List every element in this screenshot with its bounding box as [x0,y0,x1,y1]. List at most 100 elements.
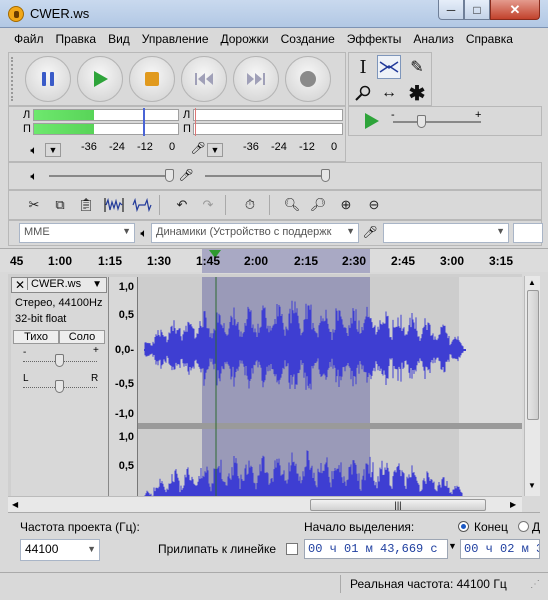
zoom-out-button[interactable]: 🔎︎ [307,194,329,216]
menu-bar: Файл Правка Вид Управление Дорожки Созда… [8,30,540,50]
menu-effects[interactable]: Эффекты [341,30,408,50]
selection-start-label: Начало выделения: [304,520,415,534]
record-button[interactable] [285,56,331,102]
audio-host-select[interactable]: MME ▼ [19,223,135,243]
length-radio[interactable] [518,521,529,532]
timeline-tick: 1:30 [147,254,172,268]
playback-volume-thumb[interactable] [165,169,174,182]
ruler-label: 1,0 [118,431,134,443]
scroll-right-icon[interactable]: ▶ [510,500,516,509]
timeline-ruler[interactable]: 45 1:00 1:15 1:30 1:45 2:00 2:15 2:30 2:… [0,248,548,273]
menu-tracks[interactable]: Дорожки [215,30,275,50]
fit-selection-button[interactable]: ⊕ [335,194,357,216]
gain-min-label: - [23,347,27,358]
output-device-value: Динамики (Устройство с поддержк [156,226,332,238]
menu-file[interactable]: Файл [8,30,50,50]
asterisk-icon: ✱ [408,82,426,105]
gain-slider-thumb[interactable] [55,354,64,367]
speed-slider-max: + [475,109,482,121]
menu-analyze[interactable]: Анализ [407,30,460,50]
playback-tick: 0 [169,141,176,153]
sync-lock-button[interactable]: ⏱︎ [239,194,261,216]
record-volume-track[interactable] [205,175,327,177]
output-device-select[interactable]: Динамики (Устройство с поддержк ▼ [151,223,359,243]
project-rate-select[interactable]: 44100 ▼ [20,539,100,561]
trim-button[interactable] [103,194,125,216]
mute-button[interactable]: Тихо [13,330,59,344]
timeline-tick: 2:00 [244,254,269,268]
cut-button[interactable]: ✂ [23,194,45,216]
record-meter-menu-button[interactable]: ▼ [207,143,223,157]
resize-grip-icon[interactable]: ⋰ [530,579,540,590]
stop-button[interactable] [129,56,175,102]
zoom-in-button[interactable]: 🔍︎ [281,194,303,216]
minimize-button[interactable]: ─ [438,0,464,20]
play-button[interactable] [77,56,123,102]
selection-tool-button[interactable]: I [351,55,375,79]
waveform-display[interactable] [138,277,522,496]
horizontal-scrollbar[interactable]: ◀ ||| ▶ [8,496,522,512]
silence-button[interactable] [131,194,153,216]
track-close-icon[interactable]: ✕ [15,278,25,292]
maximize-button[interactable]: □ [464,0,490,20]
skip-start-button[interactable] [181,56,227,102]
vertical-scrollbar[interactable]: ▲ ▼ [524,276,540,496]
timeshift-tool-button[interactable]: ↔ [377,81,401,105]
paste-button[interactable]: 📋︎ [75,194,97,216]
draw-tool-button[interactable]: ✎ [405,55,429,79]
scroll-left-icon[interactable]: ◀ [12,500,18,509]
end-radio[interactable] [458,521,469,532]
redo-button[interactable]: ↷ [197,194,219,216]
menu-view[interactable]: Вид [102,30,136,50]
play-at-speed-button[interactable] [363,112,381,133]
selection-end-time[interactable]: 00 ч 02 м 3 [460,539,540,559]
menu-edit[interactable]: Правка [50,30,103,50]
envelope-tool-button[interactable] [377,55,401,79]
selection-start-time[interactable]: 00 ч 01 м 43,669 с [304,539,448,559]
peak-hold-indicator [143,108,145,136]
record-meter-left[interactable] [193,109,343,121]
menu-help[interactable]: Справка [460,30,519,50]
pan-left-label: L [23,373,29,384]
solo-button[interactable]: Соло [59,330,105,344]
playback-meter-menu-button[interactable]: ▼ [45,143,61,157]
selection-start-value: 00 ч 01 м 43,669 с [308,542,438,556]
record-tick: -12 [299,141,315,153]
snap-to-checkbox[interactable] [286,543,298,555]
copy-button[interactable]: ⧉ [49,194,71,216]
playback-meter-left[interactable] [33,109,179,121]
track-title-bar[interactable]: ✕ CWER.ws ▼ [11,277,107,293]
skip-end-button[interactable] [233,56,279,102]
menu-generate[interactable]: Создание [275,30,341,50]
pause-button[interactable] [25,56,71,102]
toolbar-grip[interactable] [11,57,17,101]
close-button[interactable]: ✕ [490,0,540,20]
zoom-tool-button[interactable] [351,81,375,105]
microphone-icon: 🎤︎ [362,225,378,239]
speed-slider-thumb[interactable] [417,115,426,128]
multi-tool-button[interactable]: ✱ [405,81,429,105]
record-volume-thumb[interactable] [321,169,330,182]
status-divider [340,575,341,593]
menu-transport[interactable]: Управление [136,30,215,50]
start-format-dropdown-icon[interactable]: ▼ [448,541,457,551]
track-menu-chevron-icon[interactable]: ▼ [92,279,102,290]
speaker-icon: 🔈︎ [140,225,148,240]
scroll-down-icon[interactable]: ▼ [528,481,536,490]
undo-button[interactable]: ↶ [171,194,193,216]
end-radio-label: Конец [474,520,508,534]
microphone-icon: 🎤︎ [190,141,206,155]
fit-project-button[interactable]: ⊖ [363,194,385,216]
vertical-scroll-thumb[interactable] [527,290,539,420]
playback-meter-right[interactable] [33,123,179,135]
input-device-select[interactable]: ▼ [383,223,509,243]
input-channels-select[interactable] [513,223,543,243]
speed-slider-track[interactable] [393,121,481,123]
pan-slider-thumb[interactable] [55,380,64,393]
skip-start-icon [195,73,213,85]
double-arrow-icon: ↔ [381,84,397,101]
playback-volume-track[interactable] [49,175,171,177]
record-meter-right[interactable] [193,123,343,135]
scroll-up-icon[interactable]: ▲ [528,278,536,287]
horizontal-scroll-thumb[interactable]: ||| [310,499,486,511]
